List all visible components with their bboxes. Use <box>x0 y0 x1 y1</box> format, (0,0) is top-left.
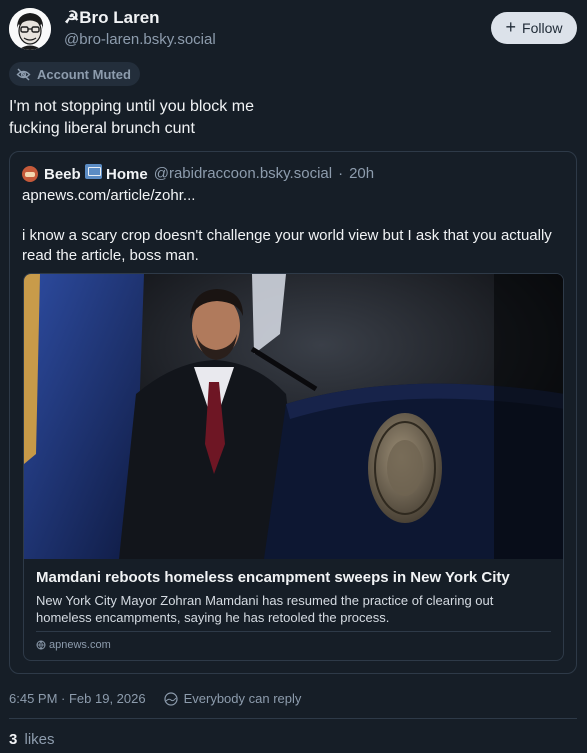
post-text-line: I'm not stopping until you block me <box>9 98 254 115</box>
author-name[interactable]: ☭Bro Laren <box>64 8 160 28</box>
link-preview-image <box>24 274 563 559</box>
globe-icon <box>163 691 178 706</box>
quoted-post-link[interactable]: apnews.com/article/zohr... <box>22 186 562 206</box>
globe-icon <box>36 640 46 650</box>
separator-dot: · <box>338 165 344 182</box>
quoted-post[interactable]: Beeb Home @rabidraccoon.bsky.social · 20… <box>9 151 577 674</box>
quoted-post-text: apnews.com/article/zohr... i know a scar… <box>22 186 562 266</box>
post-text: I'm not stopping until you block me fuck… <box>9 96 569 140</box>
follow-button[interactable]: + Follow <box>491 12 577 44</box>
link-preview-domain: apnews.com <box>36 639 111 651</box>
link-preview-description: New York City Mayor Zohran Mamdani has r… <box>36 593 494 625</box>
quoted-post-body: i know a scary crop doesn't challenge yo… <box>22 227 552 264</box>
account-muted-badge: Account Muted <box>9 62 140 86</box>
quoted-author-name-text: Beeb <box>44 166 81 183</box>
quoted-author-name[interactable]: Beeb Home <box>44 164 148 183</box>
link-preview-card[interactable]: Mamdani reboots homeless encampment swee… <box>23 273 564 661</box>
link-preview-divider <box>36 631 551 632</box>
link-preview-domain-text: apnews.com <box>49 639 111 651</box>
likes-label: likes <box>24 731 55 748</box>
reply-setting[interactable]: Everybody can reply <box>184 691 302 706</box>
account-muted-label: Account Muted <box>37 66 131 82</box>
press-conference-photo <box>24 274 563 559</box>
soon-arrow-icon <box>84 164 102 179</box>
post-timestamp[interactable]: 6:45 PM · Feb 19, 2026 <box>9 691 146 706</box>
author-avatar[interactable] <box>9 8 51 50</box>
quoted-post-time[interactable]: 20h <box>349 165 374 182</box>
quoted-author-handle[interactable]: @rabidraccoon.bsky.social <box>154 165 332 182</box>
likes-count[interactable]: 3 likes <box>9 731 55 748</box>
eye-slash-icon <box>16 67 31 81</box>
quoted-author-name-text: Home <box>106 166 148 183</box>
plus-icon: + <box>505 17 517 37</box>
author-handle[interactable]: @bro-laren.bsky.social <box>64 31 216 48</box>
link-preview-title: Mamdani reboots homeless encampment swee… <box>36 569 510 586</box>
avatar-illustration <box>9 8 51 50</box>
divider <box>9 718 577 719</box>
quoted-author-avatar[interactable] <box>22 165 38 182</box>
follow-button-label: Follow <box>522 20 563 36</box>
post-meta: 6:45 PM · Feb 19, 2026 Everybody can rep… <box>9 691 301 706</box>
quoted-post-header: Beeb Home @rabidraccoon.bsky.social · 20… <box>22 164 374 183</box>
post-text-line: fucking liberal brunch cunt <box>9 120 195 137</box>
likes-number: 3 <box>9 731 18 748</box>
